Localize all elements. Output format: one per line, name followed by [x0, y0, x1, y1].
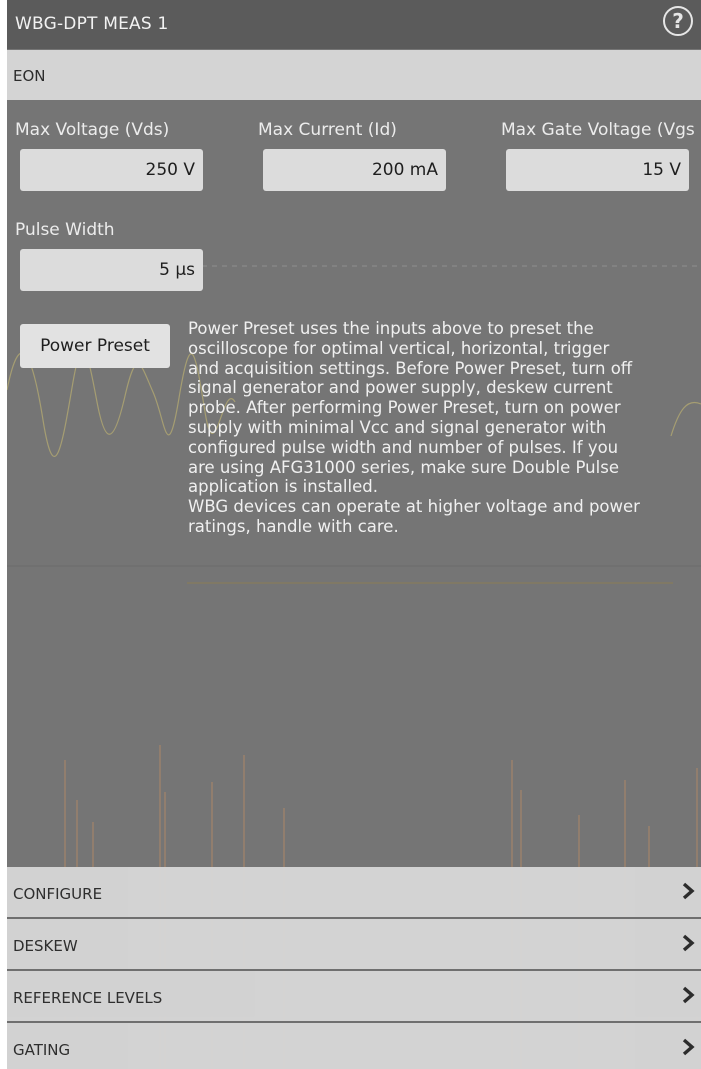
power-preset-description: Power Preset uses the inputs above to pr…: [188, 319, 640, 536]
max-voltage-field[interactable]: 250 V: [20, 149, 203, 191]
max-gate-voltage-field[interactable]: 15 V: [506, 149, 689, 191]
max-gate-voltage-label: Max Gate Voltage (Vgs: [501, 120, 695, 140]
nav-reference-levels[interactable]: REFERENCE LEVELS: [7, 971, 701, 1021]
section-header-label: EON: [13, 67, 46, 85]
nav-deskew[interactable]: DESKEW: [7, 919, 701, 969]
nav-configure[interactable]: CONFIGURE: [7, 867, 701, 917]
nav-reference-levels-label: REFERENCE LEVELS: [13, 989, 163, 1007]
chevron-right-icon: [682, 986, 695, 1004]
max-current-label: Max Current (Id): [258, 120, 397, 140]
chevron-right-icon: [682, 1038, 695, 1056]
meas-settings-panel: WBG-DPT MEAS 1 ? EON Max Voltage (Vds) M…: [7, 0, 701, 1069]
panel-title: WBG-DPT MEAS 1: [15, 14, 169, 34]
help-circle-icon[interactable]: ?: [663, 6, 693, 36]
power-preset-button[interactable]: Power Preset: [20, 324, 170, 368]
pulse-width-label: Pulse Width: [15, 220, 115, 240]
nav-configure-label: CONFIGURE: [13, 885, 103, 903]
title-bar: WBG-DPT MEAS 1 ?: [7, 0, 701, 49]
nav-deskew-label: DESKEW: [13, 937, 78, 955]
chevron-right-icon: [682, 882, 695, 900]
nav-gating[interactable]: GATING: [7, 1023, 701, 1069]
chevron-right-icon: [682, 934, 695, 952]
pulse-width-field[interactable]: 5 µs: [20, 249, 203, 291]
section-header-eon[interactable]: EON: [7, 50, 701, 100]
max-voltage-label: Max Voltage (Vds): [15, 120, 170, 140]
nav-gating-label: GATING: [13, 1041, 71, 1059]
max-current-field[interactable]: 200 mA: [263, 149, 446, 191]
